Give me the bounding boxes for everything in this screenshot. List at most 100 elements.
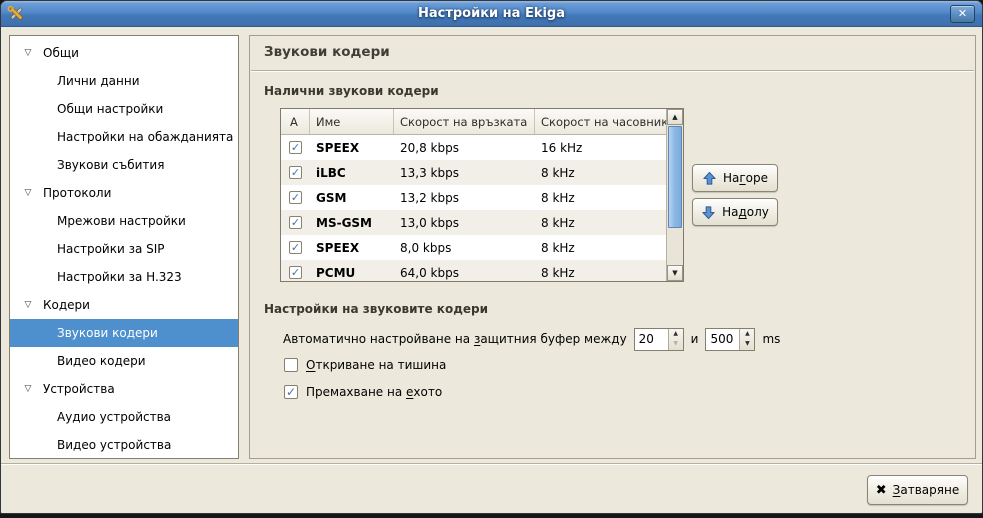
sidebar-item-audio-devices[interactable]: Аудио устройства bbox=[10, 403, 238, 431]
footer-separator bbox=[1, 463, 982, 465]
jitter-max-spinner[interactable]: ▲ ▼ bbox=[705, 328, 755, 351]
codec-checkbox[interactable]: ✓ bbox=[289, 241, 302, 254]
column-header-active[interactable]: A bbox=[281, 109, 310, 134]
codec-name: SPEEX bbox=[310, 141, 394, 155]
scroll-down-icon[interactable]: ▼ bbox=[667, 265, 683, 281]
close-x-icon: ✖ bbox=[876, 483, 887, 498]
expander-icon[interactable]: ▽ bbox=[22, 188, 34, 198]
sidebar-item-personal-data[interactable]: Лични данни bbox=[10, 67, 238, 95]
codec-bitrate: 13,3 kbps bbox=[394, 166, 535, 180]
move-down-button[interactable]: Надолу bbox=[692, 198, 778, 226]
page-title: Звукови кодери bbox=[264, 44, 390, 60]
codec-clock: 8 kHz bbox=[535, 166, 666, 180]
codec-bitrate: 13,0 kbps bbox=[394, 216, 535, 230]
header-separator bbox=[251, 70, 974, 72]
sidebar-item-video-codecs[interactable]: Видео кодери bbox=[10, 347, 238, 375]
close-button[interactable]: ✖ Затваряне bbox=[867, 475, 968, 505]
codec-clock: 8 kHz bbox=[535, 266, 666, 280]
column-header-clock[interactable]: Скорост на часовника bbox=[535, 109, 666, 134]
expander-icon[interactable]: ▽ bbox=[22, 48, 34, 58]
codec-row[interactable]: ✓ PCMU 64,0 kbps 8 kHz bbox=[281, 260, 683, 282]
close-button-label: Затваряне bbox=[893, 483, 960, 497]
codec-clock: 8 kHz bbox=[535, 191, 666, 205]
codec-row[interactable]: ✓ iLBC 13,3 kbps 8 kHz bbox=[281, 160, 683, 185]
spin-down-icon[interactable]: ▼ bbox=[669, 339, 683, 350]
codec-checkbox[interactable]: ✓ bbox=[289, 216, 302, 229]
codec-name: iLBC bbox=[310, 166, 394, 180]
spin-down-icon[interactable]: ▼ bbox=[740, 339, 754, 350]
sidebar-item-video-devices[interactable]: Видео устройства bbox=[10, 431, 238, 459]
sidebar-section-protocols[interactable]: ▽ Протоколи bbox=[10, 179, 238, 207]
codec-checkbox[interactable]: ✓ bbox=[289, 191, 302, 204]
codec-bitrate: 20,8 kbps bbox=[394, 141, 535, 155]
silence-detection-checkbox[interactable] bbox=[284, 358, 298, 372]
up-arrow-icon bbox=[702, 171, 717, 186]
jitter-buffer-label: Автоматично настройване на защитния буфе… bbox=[283, 332, 627, 346]
codec-clock: 16 kHz bbox=[535, 141, 666, 155]
sidebar-item-general-settings[interactable]: Общи настройки bbox=[10, 95, 238, 123]
codec-bitrate: 64,0 kbps bbox=[394, 266, 535, 280]
sidebar: ▽ Общи Лични данни Общи настройки Настро… bbox=[9, 35, 239, 459]
codec-checkbox[interactable]: ✓ bbox=[289, 166, 302, 179]
window-title: Настройки на Ekiga bbox=[1, 6, 982, 21]
and-label: и bbox=[691, 332, 699, 346]
codec-name: GSM bbox=[310, 191, 394, 205]
silence-detection-checkbox-row[interactable]: Откриване на тишина bbox=[284, 358, 446, 372]
codec-name: PCMU bbox=[310, 266, 394, 280]
column-header-name[interactable]: Име bbox=[310, 109, 394, 134]
jitter-min-spinner[interactable]: ▲ ▼ bbox=[634, 328, 684, 351]
codec-row[interactable]: ✓ MS-GSM 13,0 kbps 8 kHz bbox=[281, 210, 683, 235]
codec-name: MS-GSM bbox=[310, 216, 394, 230]
codecs-section-title: Налични звукови кодери bbox=[264, 84, 439, 98]
scroll-up-icon[interactable]: ▲ bbox=[667, 109, 683, 125]
codec-checkbox[interactable]: ✓ bbox=[289, 141, 302, 154]
move-down-label: Надолу bbox=[722, 205, 769, 219]
sidebar-section-devices[interactable]: ▽ Устройства bbox=[10, 375, 238, 403]
jitter-buffer-row: Автоматично настройване на защитния буфе… bbox=[283, 327, 780, 351]
unit-label: ms bbox=[762, 332, 780, 346]
codec-clock: 8 kHz bbox=[535, 241, 666, 255]
codec-name: SPEEX bbox=[310, 241, 394, 255]
settings-section-title: Настройки на звуковите кодери bbox=[264, 302, 488, 316]
sidebar-section-label: Общи bbox=[43, 46, 79, 60]
codec-table-header: A Име Скорост на връзката Скорост на час… bbox=[281, 109, 683, 135]
codec-bitrate: 8,0 kbps bbox=[394, 241, 535, 255]
sidebar-section-label: Устройства bbox=[43, 382, 115, 396]
expander-icon[interactable]: ▽ bbox=[22, 300, 34, 310]
main-panel: Звукови кодери Налични звукови кодери A … bbox=[249, 35, 976, 459]
sidebar-item-network-settings[interactable]: Мрежови настройки bbox=[10, 207, 238, 235]
spin-up-icon[interactable]: ▲ bbox=[669, 329, 683, 340]
window-close-button[interactable]: ✕ bbox=[950, 5, 975, 23]
echo-cancellation-checkbox[interactable]: ✓ bbox=[284, 385, 298, 399]
sidebar-section-codecs[interactable]: ▽ Кодери bbox=[10, 291, 238, 319]
jitter-min-input[interactable] bbox=[635, 329, 668, 350]
close-icon: ✕ bbox=[958, 7, 967, 20]
move-up-label: Нагоре bbox=[723, 171, 768, 185]
down-arrow-icon bbox=[701, 205, 716, 220]
sidebar-item-audio-codecs[interactable]: Звукови кодери bbox=[10, 319, 238, 347]
sidebar-item-call-options[interactable]: Настройки на обажданията bbox=[10, 123, 238, 151]
spin-up-icon[interactable]: ▲ bbox=[740, 329, 754, 340]
column-header-bitrate[interactable]: Скорост на връзката bbox=[394, 109, 535, 134]
echo-cancellation-label: Премахване на ехото bbox=[306, 385, 442, 399]
codec-row[interactable]: ✓ GSM 13,2 kbps 8 kHz bbox=[281, 185, 683, 210]
codec-row[interactable]: ✓ SPEEX 8,0 kbps 8 kHz bbox=[281, 235, 683, 260]
codec-clock: 8 kHz bbox=[535, 216, 666, 230]
sidebar-section-general[interactable]: ▽ Общи bbox=[10, 39, 238, 67]
codec-row[interactable]: ✓ SPEEX 20,8 kbps 16 kHz bbox=[281, 135, 683, 160]
move-up-button[interactable]: Нагоре bbox=[692, 164, 778, 192]
codec-checkbox[interactable]: ✓ bbox=[289, 266, 302, 279]
expander-icon[interactable]: ▽ bbox=[22, 384, 34, 394]
table-scrollbar[interactable]: ▲ ▼ bbox=[666, 109, 683, 281]
scroll-thumb[interactable] bbox=[668, 126, 682, 228]
sidebar-section-label: Кодери bbox=[43, 298, 90, 312]
sidebar-item-sound-events[interactable]: Звукови събития bbox=[10, 151, 238, 179]
sidebar-section-label: Протоколи bbox=[43, 186, 111, 200]
preferences-window: Настройки на Ekiga ✕ ▽ Общи Лични данни … bbox=[0, 0, 983, 514]
sidebar-item-h323-settings[interactable]: Настройки за H.323 bbox=[10, 263, 238, 291]
codec-bitrate: 13,2 kbps bbox=[394, 191, 535, 205]
jitter-max-input[interactable] bbox=[706, 329, 739, 350]
sidebar-item-sip-settings[interactable]: Настройки за SIP bbox=[10, 235, 238, 263]
echo-cancellation-checkbox-row[interactable]: ✓ Премахване на ехото bbox=[284, 385, 442, 399]
silence-detection-label: Откриване на тишина bbox=[306, 358, 446, 372]
